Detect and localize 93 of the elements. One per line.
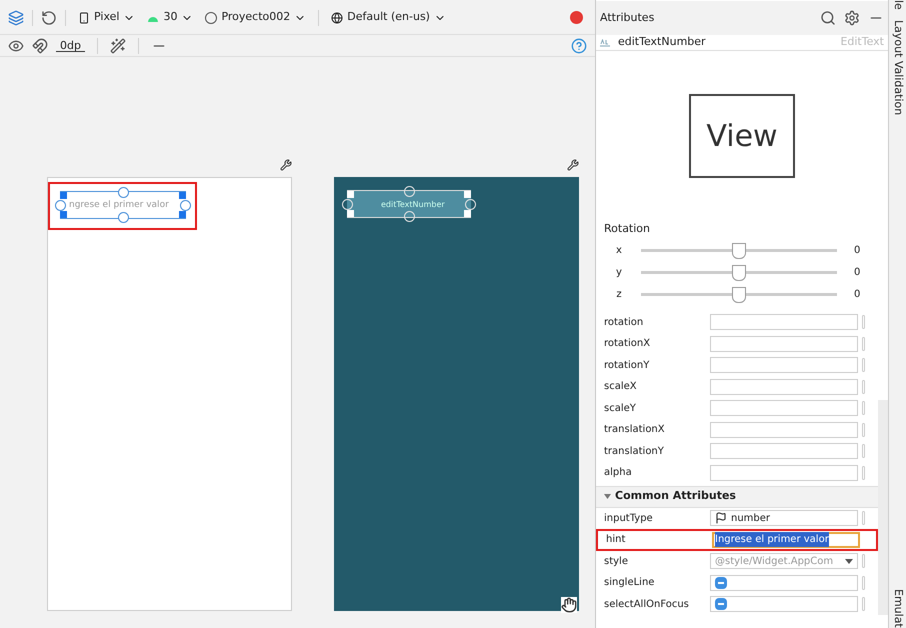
resize-handle[interactable] bbox=[60, 211, 67, 218]
resize-handle[interactable] bbox=[464, 210, 471, 217]
side-tab[interactable]: Emulat bbox=[889, 589, 906, 628]
attribute-field[interactable] bbox=[710, 422, 858, 438]
slider-thumb[interactable] bbox=[732, 264, 746, 280]
resource-picker[interactable] bbox=[862, 597, 865, 612]
tri-state-checkbox[interactable] bbox=[715, 576, 727, 589]
attribute-field[interactable] bbox=[710, 464, 858, 481]
tri-state-checkbox[interactable] bbox=[715, 598, 727, 610]
error-icon[interactable] bbox=[570, 11, 583, 24]
attribute-name: rotation bbox=[604, 316, 644, 330]
resize-handle[interactable] bbox=[347, 210, 354, 217]
attribute-field[interactable]: Ingrese el primer valor bbox=[712, 532, 860, 548]
eye-icon[interactable] bbox=[8, 38, 24, 54]
api-dropdown[interactable]: 30 bbox=[143, 9, 198, 26]
magic-wand-icon[interactable] bbox=[110, 38, 126, 54]
attribute-name: style bbox=[604, 554, 629, 569]
section-label: Rotation bbox=[604, 221, 652, 237]
attribute-name: translationX bbox=[604, 423, 666, 438]
axis-label: x bbox=[615, 244, 623, 258]
axis-label: y bbox=[615, 266, 623, 280]
attribute-name: selectAllOnFocus bbox=[604, 598, 690, 612]
attribute-name: alpha bbox=[604, 466, 633, 480]
default-margin-button[interactable]: 0dp bbox=[56, 40, 85, 52]
slider-value: 0 bbox=[854, 288, 860, 302]
attribute-name: scaleX bbox=[604, 380, 638, 394]
attribute-name: rotationY bbox=[604, 358, 650, 373]
resize-handle[interactable] bbox=[347, 191, 354, 198]
resource-picker[interactable] bbox=[862, 315, 865, 330]
locale-dropdown[interactable]: Default (en-us) bbox=[327, 9, 450, 26]
resource-picker[interactable] bbox=[862, 466, 865, 480]
attribute-name: singleLine bbox=[604, 576, 656, 590]
phone-icon bbox=[78, 12, 90, 24]
attribute-field[interactable] bbox=[710, 443, 858, 460]
attribute-field[interactable] bbox=[710, 400, 858, 416]
axis-label: z bbox=[615, 288, 623, 302]
resource-picker[interactable] bbox=[862, 511, 865, 526]
resource-picker[interactable] bbox=[862, 401, 865, 416]
slider-thumb[interactable] bbox=[732, 242, 746, 258]
resource-picker[interactable] bbox=[862, 554, 865, 568]
resize-handle[interactable] bbox=[179, 211, 186, 218]
attribute-field[interactable] bbox=[710, 336, 858, 352]
view-preview: View bbox=[689, 94, 795, 178]
attribute-name: hint bbox=[606, 533, 626, 548]
resource-picker[interactable] bbox=[862, 576, 865, 590]
resource-picker[interactable] bbox=[862, 380, 865, 394]
attribute-field[interactable] bbox=[710, 574, 858, 591]
anchor-handle[interactable] bbox=[118, 187, 129, 198]
flag-icon bbox=[715, 512, 727, 524]
scrollbar[interactable] bbox=[878, 400, 888, 615]
dropdown-arrow-icon[interactable] bbox=[845, 558, 853, 564]
attribute-field[interactable] bbox=[710, 357, 858, 374]
attribute-name: rotationX bbox=[604, 337, 652, 352]
settings-icon[interactable] bbox=[844, 10, 860, 26]
attribute-field[interactable]: number bbox=[710, 510, 858, 526]
component-class: EditText bbox=[840, 34, 884, 50]
theme-dropdown[interactable]: Proyecto002 bbox=[201, 9, 310, 26]
attribute-field[interactable] bbox=[710, 314, 858, 330]
attribute-field[interactable] bbox=[710, 378, 858, 395]
panel-title: Attributes bbox=[600, 10, 654, 26]
attribute-name: scaleY bbox=[604, 402, 637, 416]
resize-handle[interactable] bbox=[60, 192, 67, 199]
resource-picker[interactable] bbox=[862, 444, 865, 458]
component-id: editTextNumber bbox=[618, 34, 706, 50]
slider-value: 0 bbox=[854, 266, 860, 280]
magnet-icon[interactable] bbox=[32, 38, 48, 54]
slider-thumb[interactable] bbox=[732, 286, 746, 302]
anchor-handle[interactable] bbox=[118, 212, 129, 223]
globe-icon bbox=[331, 12, 344, 24]
help-icon[interactable] bbox=[571, 38, 587, 54]
wrench-icon[interactable] bbox=[280, 159, 292, 171]
rotate-icon[interactable] bbox=[41, 10, 57, 26]
attribute-name: translationY bbox=[604, 444, 665, 459]
resize-handle[interactable] bbox=[179, 192, 186, 199]
resource-picker[interactable] bbox=[862, 422, 865, 437]
side-tab[interactable]: Layout Validation bbox=[889, 20, 906, 116]
resource-picker[interactable] bbox=[862, 336, 865, 351]
anchor-handle[interactable] bbox=[55, 200, 66, 211]
anchor-handle[interactable] bbox=[180, 200, 191, 211]
slider-value: 0 bbox=[854, 244, 860, 258]
text-field-icon bbox=[600, 38, 610, 46]
blueprint-label: editTextNumber bbox=[381, 199, 445, 211]
layers-icon[interactable] bbox=[8, 10, 24, 26]
resource-picker[interactable] bbox=[862, 358, 865, 372]
search-icon[interactable] bbox=[820, 10, 836, 26]
pan-icon[interactable] bbox=[561, 597, 577, 613]
side-tab[interactable]: le bbox=[889, 0, 906, 10]
attribute-field[interactable] bbox=[710, 596, 858, 612]
device-dropdown[interactable]: Pixel bbox=[74, 9, 140, 26]
attribute-name: inputType bbox=[604, 512, 654, 526]
resize-handle[interactable] bbox=[464, 191, 471, 198]
expand-arrow-icon[interactable] bbox=[604, 493, 611, 500]
wrench-icon[interactable] bbox=[567, 159, 579, 171]
